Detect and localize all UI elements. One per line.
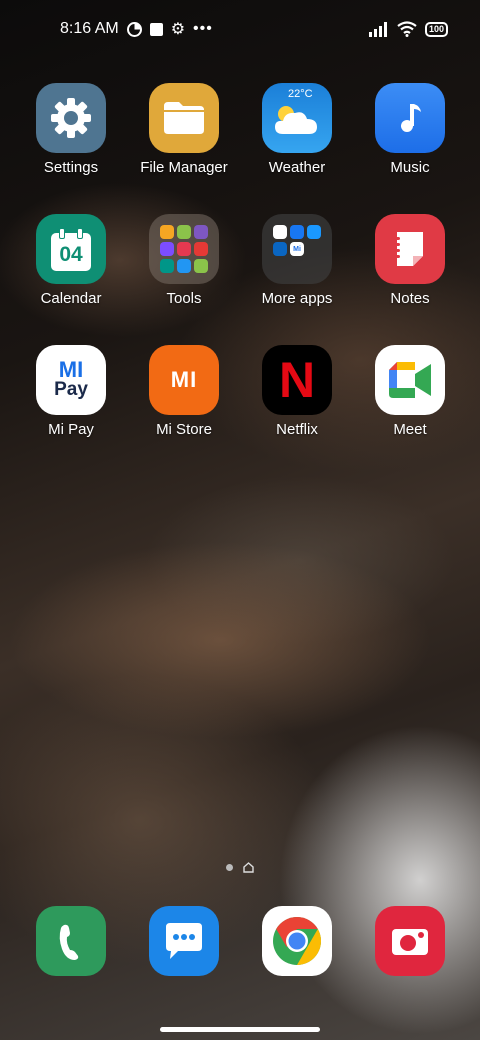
folder-tools[interactable]: Tools: [129, 214, 239, 307]
mi-logo: MI: [170, 367, 198, 392]
mi-pay-logo-mi: MI: [58, 357, 84, 382]
signal-icon: [368, 21, 387, 37]
chrome-icon: [262, 906, 332, 976]
battery-icon: 100: [424, 21, 448, 37]
app-label: Netflix: [276, 421, 318, 438]
dock-phone[interactable]: [16, 906, 126, 976]
app-label: Mi Pay: [48, 421, 94, 438]
battery-level: 100: [428, 24, 444, 34]
weather-temp: 22°C: [288, 88, 313, 100]
notes-icon: [375, 214, 445, 284]
app-label: More apps: [261, 290, 333, 307]
page-dot: [226, 864, 233, 871]
folder-icon: Mi: [262, 214, 332, 284]
calendar-date: 04: [59, 243, 83, 266]
app-file-manager[interactable]: File Manager: [129, 83, 239, 176]
app-music[interactable]: Music: [355, 83, 465, 176]
mini-app-icon: [177, 259, 191, 273]
mini-app-icon: [194, 225, 208, 239]
mini-app-icon: [273, 225, 287, 239]
message-icon: [149, 906, 219, 976]
weather-icon: 22°C: [262, 83, 332, 153]
dock-chrome[interactable]: [242, 906, 352, 976]
mi-store-icon: MI: [149, 345, 219, 415]
notification-square-icon: [149, 22, 163, 36]
wifi-icon: [397, 21, 417, 37]
mini-app-icon: [160, 259, 174, 273]
folder-more-apps[interactable]: Mi More apps: [242, 214, 352, 307]
app-label: Calendar: [40, 290, 102, 307]
folder-icon: [149, 214, 219, 284]
music-note-icon: [375, 83, 445, 153]
status-bar: 8:16 AM ⚙ ••• 100: [0, 0, 480, 58]
app-label: Settings: [43, 159, 99, 176]
gear-icon: [36, 83, 106, 153]
app-netflix[interactable]: N Netflix: [242, 345, 352, 438]
app-notes[interactable]: Notes: [355, 214, 465, 307]
app-label: File Manager: [140, 159, 228, 176]
meet-icon: [375, 345, 445, 415]
mi-pay-icon: MI Pay: [36, 345, 106, 415]
app-calendar[interactable]: 04 Calendar: [16, 214, 126, 307]
mini-app-icon: [177, 242, 191, 256]
dock-camera[interactable]: [355, 906, 465, 976]
mini-app-icon: [160, 225, 174, 239]
calendar-icon: 04: [36, 214, 106, 284]
app-label: Notes: [390, 290, 430, 307]
phone-icon: [36, 906, 106, 976]
mini-app-icon: [194, 259, 208, 273]
dock-messages[interactable]: [129, 906, 239, 976]
mini-app-icon: [177, 225, 191, 239]
status-time: 8:16 AM: [60, 20, 119, 37]
app-meet[interactable]: Meet: [355, 345, 465, 438]
mi-pay-logo-pay: Pay: [54, 379, 88, 400]
mini-app-icon: [160, 242, 174, 256]
app-weather[interactable]: 22°C Weather: [242, 83, 352, 176]
app-mi-store[interactable]: MI Mi Store: [129, 345, 239, 438]
app-label: Weather: [268, 159, 326, 176]
home-page-icon: [243, 862, 254, 873]
app-label: Mi Store: [156, 421, 212, 438]
facebook-mini-icon: [290, 225, 304, 239]
gesture-home-bar[interactable]: [160, 1027, 320, 1032]
netflix-icon: N: [262, 345, 332, 415]
status-left: 8:16 AM ⚙ •••: [60, 19, 213, 39]
app-label: Meet: [393, 421, 427, 438]
data-saver-icon: [126, 21, 142, 37]
app-label: Music: [390, 159, 430, 176]
app-settings[interactable]: Settings: [16, 83, 126, 176]
app-mi-pay[interactable]: MI Pay Mi Pay: [16, 345, 126, 438]
page-indicator: [226, 862, 254, 873]
more-notifications-icon: •••: [193, 20, 213, 37]
folder-icon: [149, 83, 219, 153]
mini-app-icon: [194, 242, 208, 256]
app-label: Tools: [166, 290, 202, 307]
status-right: 100: [368, 21, 448, 37]
netflix-logo: N: [278, 352, 316, 408]
mini-app-icon: [307, 225, 321, 239]
camera-icon: [375, 906, 445, 976]
settings-notification-icon: ⚙: [170, 21, 186, 38]
mi-pay-mini-icon: Mi: [290, 242, 304, 256]
linkedin-mini-icon: [273, 242, 287, 256]
